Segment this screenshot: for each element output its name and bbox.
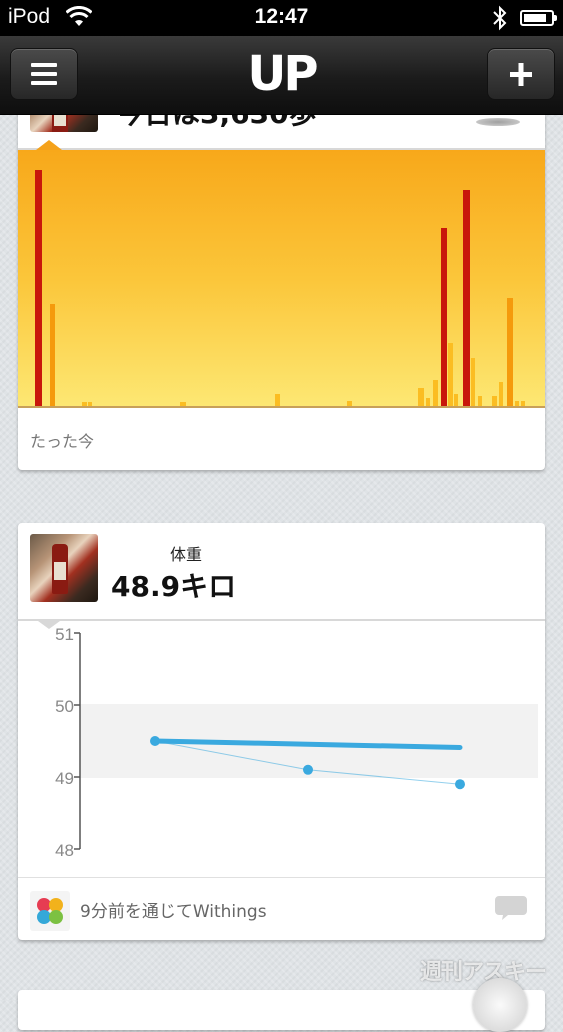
y-tick-label: 48 (55, 841, 74, 860)
progress-oval-icon (476, 118, 520, 126)
plus-icon (510, 63, 532, 86)
battery-icon (520, 10, 557, 26)
activity-chart (18, 150, 545, 408)
activity-bar (463, 190, 470, 408)
battery-level-fill (524, 14, 547, 22)
activity-bar (441, 228, 447, 408)
watermark: 週刊アスキー (420, 960, 547, 985)
card-divider (18, 877, 545, 878)
weight-chart: 48 49 50 51 (55, 625, 538, 860)
y-tick-label: 49 (55, 769, 74, 788)
weight-point (455, 779, 465, 790)
clock-time: 12:47 (254, 5, 309, 28)
avatar (30, 534, 98, 602)
smiley-icon[interactable] (473, 978, 527, 1032)
status-bar: iPod 12:47 (0, 0, 563, 36)
nav-bar: UP (0, 36, 563, 115)
chart-baseline (18, 406, 545, 408)
weight-point (303, 764, 313, 775)
y-tick-label: 50 (55, 697, 74, 716)
activity-bar (35, 170, 42, 408)
weight-value: 48.9キロ (111, 570, 237, 603)
activity-bar (448, 343, 453, 408)
bluetooth-icon (492, 5, 508, 35)
steps-card[interactable]: 今日は3,630歩 たった今 (18, 80, 545, 470)
card-divider (18, 619, 545, 621)
activity-bar (50, 304, 55, 408)
weight-point (150, 736, 160, 746)
weight-label: 体重 (170, 545, 203, 564)
weight-card[interactable]: 体重 48.9キロ 48 49 50 51 9分前を通じてWithings (18, 523, 545, 940)
pointer-notch-icon (36, 140, 62, 150)
activity-bar (433, 380, 438, 408)
y-tick-label: 51 (55, 625, 74, 644)
comment-icon[interactable] (494, 894, 528, 926)
next-card[interactable] (18, 990, 545, 1030)
activity-bar (418, 388, 424, 408)
withings-app-icon (30, 891, 70, 931)
add-button[interactable] (487, 48, 555, 100)
app-title: UP (247, 46, 318, 102)
activity-bar (507, 298, 513, 408)
steps-timestamp: たった今 (30, 432, 95, 451)
weight-source: 9分前を通じてWithings (80, 902, 267, 922)
activity-bar (471, 358, 475, 408)
activity-bar (499, 382, 503, 408)
